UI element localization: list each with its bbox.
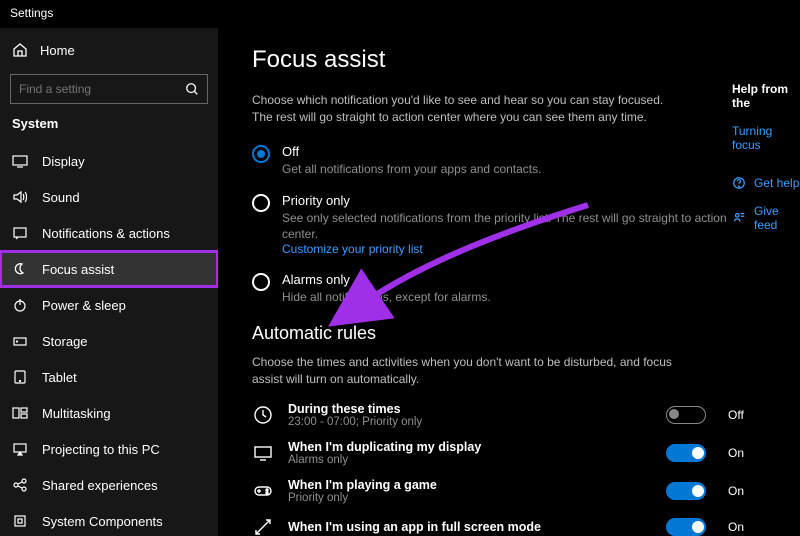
- toggle-label: On: [728, 484, 752, 498]
- sidebar-item-label: Power & sleep: [42, 298, 126, 313]
- shared-icon: [12, 477, 28, 493]
- toggle-duplicating-display[interactable]: [666, 444, 706, 462]
- help-column: Help from the Turning focus Get help Giv…: [732, 82, 800, 246]
- sidebar-item-multitasking[interactable]: Multitasking: [0, 395, 218, 431]
- rule-during-times[interactable]: During these times23:00 - 07:00; Priorit…: [252, 402, 752, 428]
- radio-title: Alarms only: [282, 272, 491, 287]
- sidebar-item-label: Multitasking: [42, 406, 111, 421]
- sidebar-item-projecting[interactable]: Projecting to this PC: [0, 431, 218, 467]
- rule-duplicating-display[interactable]: When I'm duplicating my displayAlarms on…: [252, 440, 752, 466]
- toggle-label: On: [728, 446, 752, 460]
- sidebar-item-label: System Components: [42, 514, 163, 529]
- radio-bullet-icon: [252, 145, 270, 163]
- toggle-during-times[interactable]: [666, 406, 706, 424]
- window-title: Settings: [0, 0, 800, 28]
- search-icon: [185, 82, 199, 96]
- home-label: Home: [40, 43, 75, 58]
- customize-priority-link[interactable]: Customize your priority list: [282, 242, 732, 256]
- display-icon: [12, 153, 28, 169]
- sidebar: Home System Display Sound Notifications …: [0, 28, 218, 536]
- multitasking-icon: [12, 405, 28, 421]
- sidebar-item-power[interactable]: Power & sleep: [0, 287, 218, 323]
- radio-off[interactable]: Off Get all notifications from your apps …: [252, 144, 732, 177]
- sidebar-item-sound[interactable]: Sound: [0, 179, 218, 215]
- sidebar-item-storage[interactable]: Storage: [0, 323, 218, 359]
- automatic-rules-heading: Automatic rules: [252, 323, 800, 344]
- sidebar-nav: Display Sound Notifications & actions Fo…: [0, 143, 218, 536]
- sidebar-item-focus-assist[interactable]: Focus assist: [0, 251, 218, 287]
- search-input[interactable]: [10, 74, 208, 104]
- main-panel: Focus assist Choose which notification y…: [218, 28, 800, 536]
- toggle-fullscreen-app[interactable]: [666, 518, 706, 536]
- storage-icon: [12, 333, 28, 349]
- help-icon: [732, 176, 746, 190]
- sidebar-item-label: Focus assist: [42, 262, 114, 277]
- section-header-system: System: [0, 114, 218, 143]
- notifications-icon: [12, 225, 28, 241]
- home-button[interactable]: Home: [0, 34, 218, 66]
- gamepad-icon: [252, 480, 274, 502]
- tablet-icon: [12, 369, 28, 385]
- give-feedback-link[interactable]: Give feed: [732, 204, 800, 232]
- rule-playing-game[interactable]: When I'm playing a gamePriority only On: [252, 478, 752, 504]
- sidebar-item-tablet[interactable]: Tablet: [0, 359, 218, 395]
- automatic-rules-intro: Choose the times and activities when you…: [252, 354, 672, 388]
- power-icon: [12, 297, 28, 313]
- sidebar-item-label: Notifications & actions: [42, 226, 170, 241]
- radio-priority-only[interactable]: Priority only See only selected notificat…: [252, 193, 732, 256]
- page-title: Focus assist: [252, 46, 800, 74]
- sidebar-item-label: Sound: [42, 190, 80, 205]
- sidebar-item-label: Tablet: [42, 370, 77, 385]
- help-heading: Help from the: [732, 82, 800, 110]
- rule-fullscreen-app[interactable]: When I'm using an app in full screen mod…: [252, 516, 752, 536]
- sidebar-item-display[interactable]: Display: [0, 143, 218, 179]
- get-help-link[interactable]: Get help: [732, 176, 800, 190]
- focus-mode-radio-group: Off Get all notifications from your apps …: [252, 144, 800, 306]
- radio-sub: See only selected notifications from the…: [282, 210, 732, 242]
- sidebar-item-notifications[interactable]: Notifications & actions: [0, 215, 218, 251]
- radio-bullet-icon: [252, 273, 270, 291]
- clock-icon: [252, 404, 274, 426]
- radio-sub: Hide all notifications, except for alarm…: [282, 289, 491, 305]
- monitor-icon: [252, 442, 274, 464]
- fullscreen-icon: [252, 516, 274, 536]
- radio-title: Off: [282, 144, 541, 159]
- radio-sub: Get all notifications from your apps and…: [282, 161, 541, 177]
- rule-sub: 23:00 - 07:00; Priority only: [288, 416, 652, 428]
- radio-alarms-only[interactable]: Alarms only Hide all notifications, excep…: [252, 272, 732, 305]
- toggle-playing-game[interactable]: [666, 482, 706, 500]
- focus-assist-icon: [12, 261, 28, 277]
- help-link-turning-focus[interactable]: Turning focus: [732, 124, 800, 152]
- rule-title: When I'm playing a game: [288, 478, 652, 492]
- toggle-label: On: [728, 520, 752, 534]
- sidebar-item-label: Display: [42, 154, 85, 169]
- rule-sub: Alarms only: [288, 454, 652, 466]
- radio-title: Priority only: [282, 193, 732, 208]
- rule-title: When I'm using an app in full screen mod…: [288, 520, 652, 534]
- toggle-label: Off: [728, 408, 752, 422]
- radio-bullet-icon: [252, 194, 270, 212]
- components-icon: [12, 513, 28, 529]
- rule-title: When I'm duplicating my display: [288, 440, 652, 454]
- sidebar-item-shared[interactable]: Shared experiences: [0, 467, 218, 503]
- search-field[interactable]: [19, 82, 185, 96]
- page-intro: Choose which notification you'd like to …: [252, 92, 672, 126]
- feedback-icon: [732, 211, 746, 225]
- sidebar-item-components[interactable]: System Components: [0, 503, 218, 536]
- projecting-icon: [12, 441, 28, 457]
- home-icon: [12, 42, 28, 58]
- sidebar-item-label: Shared experiences: [42, 478, 158, 493]
- rule-sub: Priority only: [288, 492, 652, 504]
- sidebar-item-label: Projecting to this PC: [42, 442, 160, 457]
- sound-icon: [12, 189, 28, 205]
- rule-title: During these times: [288, 402, 652, 416]
- sidebar-item-label: Storage: [42, 334, 88, 349]
